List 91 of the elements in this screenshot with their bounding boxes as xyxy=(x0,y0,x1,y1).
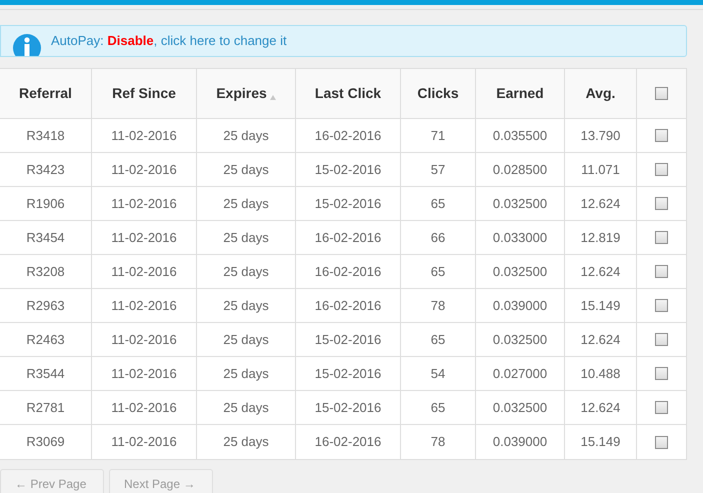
table-cell-text: 11-02-2016 xyxy=(111,296,177,315)
table-cell-text: 15-02-2016 xyxy=(314,330,382,349)
table-cell-text: 11-02-2016 xyxy=(111,433,177,452)
table-cell-text: R2781 xyxy=(26,398,65,417)
table-cell-text: 25 days xyxy=(223,398,269,417)
table-cell-text: 0.039000 xyxy=(492,433,548,452)
alert-message: AutoPay: Disable, click here to change it xyxy=(51,32,287,50)
table-cell-text: 16-02-2016 xyxy=(314,262,382,281)
column-header[interactable]: Referral xyxy=(19,83,72,104)
table-cell-text: 11-02-2016 xyxy=(111,364,177,383)
column-header[interactable]: Avg. xyxy=(586,83,616,104)
table-cell-text: 71 xyxy=(430,126,446,145)
table-cell-text: 0.033000 xyxy=(492,228,548,247)
table-cell-text: 25 days xyxy=(223,194,269,213)
table-cell-text: 11-02-2016 xyxy=(111,194,177,213)
table-cell-text: R3454 xyxy=(26,228,65,247)
table-cell-text: 25 days xyxy=(223,364,269,383)
table-cell-text: 78 xyxy=(430,296,446,315)
column-header[interactable]: Earned xyxy=(496,83,544,104)
table-cell-text: 15.149 xyxy=(580,433,620,452)
table-cell-text: 15-02-2016 xyxy=(314,194,382,213)
info-icon xyxy=(12,32,42,56)
table-cell-text: 54 xyxy=(430,364,446,383)
table-cell-text: 0.027000 xyxy=(492,364,548,383)
table-cell-text: 25 days xyxy=(223,160,269,179)
table-cell-text: 25 days xyxy=(223,296,269,315)
column-header[interactable]: Clicks xyxy=(417,83,459,104)
table-cell-text: 25 days xyxy=(223,433,269,452)
table-cell-text: 0.039000 xyxy=(492,296,548,315)
table-cell-text: R1906 xyxy=(26,194,65,213)
table-cell-text: 11-02-2016 xyxy=(111,330,177,349)
table-cell-text: 11-02-2016 xyxy=(111,398,177,417)
table-cell-text: R3069 xyxy=(26,433,65,452)
table-cell-text: 65 xyxy=(430,398,446,417)
checkbox[interactable] xyxy=(655,129,668,142)
table-cell-text: 11-02-2016 xyxy=(111,126,177,145)
checkbox[interactable] xyxy=(655,367,668,380)
table-cell-text: 57 xyxy=(430,160,446,179)
table-cell-text: 78 xyxy=(430,433,446,452)
table-cell-text: 0.032500 xyxy=(492,194,548,213)
table-cell-text: 12.624 xyxy=(580,262,620,281)
table-cell-text: 15-02-2016 xyxy=(314,398,382,417)
table-cell-text: 65 xyxy=(430,262,446,281)
column-header[interactable]: Last Click xyxy=(314,83,382,104)
table-cell-text: 12.819 xyxy=(580,228,620,247)
table-cell-text: 0.032500 xyxy=(492,262,548,281)
table-cell-text: R2963 xyxy=(26,296,65,315)
checkbox[interactable] xyxy=(655,401,668,414)
table-cell-text: R3423 xyxy=(26,160,65,179)
table-cell-text: 0.032500 xyxy=(492,398,548,417)
table-cell-text: 12.624 xyxy=(580,194,620,213)
table-cell-text: 11-02-2016 xyxy=(111,228,177,247)
table-cell-text: 65 xyxy=(430,194,446,213)
table-cell-text: R3544 xyxy=(26,364,65,383)
table-cell-text: 25 days xyxy=(223,126,269,145)
table-cell-text: R3208 xyxy=(26,262,65,281)
table-cell-text: 25 days xyxy=(223,228,269,247)
table-cell-text: R2463 xyxy=(26,330,65,349)
table-cell-text: 15.149 xyxy=(580,296,620,315)
table-cell-text: 0.032500 xyxy=(492,330,548,349)
table-cell-text: 16-02-2016 xyxy=(314,126,382,145)
checkbox[interactable] xyxy=(655,231,668,244)
table-cell-text: 13.790 xyxy=(580,126,620,145)
table-cell-text: 11-02-2016 xyxy=(111,262,177,281)
table-cell-text: 65 xyxy=(430,330,446,349)
checkbox[interactable] xyxy=(655,299,668,312)
table-cell-text: R3418 xyxy=(26,126,65,145)
table-cell-text: 15-02-2016 xyxy=(314,160,382,179)
table-cell-text: 16-02-2016 xyxy=(314,228,382,247)
table-cell-text: 16-02-2016 xyxy=(314,433,382,452)
table-cell-text: 15-02-2016 xyxy=(314,364,382,383)
checkbox[interactable] xyxy=(655,197,668,210)
column-header[interactable]: Expires xyxy=(216,83,276,104)
table-cell-text: 16-02-2016 xyxy=(314,296,382,315)
checkbox[interactable] xyxy=(655,436,668,448)
checkbox[interactable] xyxy=(655,87,668,100)
table-cell-text: 0.028500 xyxy=(492,160,548,179)
table-cell-text: 0.035500 xyxy=(492,126,548,145)
table-cell-text: 11.071 xyxy=(581,160,620,179)
table-cell-text: 12.624 xyxy=(580,330,620,349)
table-cell-text: 12.624 xyxy=(580,398,620,417)
table-cell-text: 25 days xyxy=(223,262,269,281)
checkbox[interactable] xyxy=(655,265,668,278)
sort-icon xyxy=(270,95,276,100)
table-cell-text: 10.488 xyxy=(580,364,620,383)
column-header[interactable]: Ref Since xyxy=(112,83,176,104)
checkbox[interactable] xyxy=(655,163,668,176)
table-cell-text: 11-02-2016 xyxy=(111,160,177,179)
checkbox[interactable] xyxy=(655,333,668,346)
table-cell-text: 25 days xyxy=(223,330,269,349)
table-cell-text: 66 xyxy=(430,228,446,247)
